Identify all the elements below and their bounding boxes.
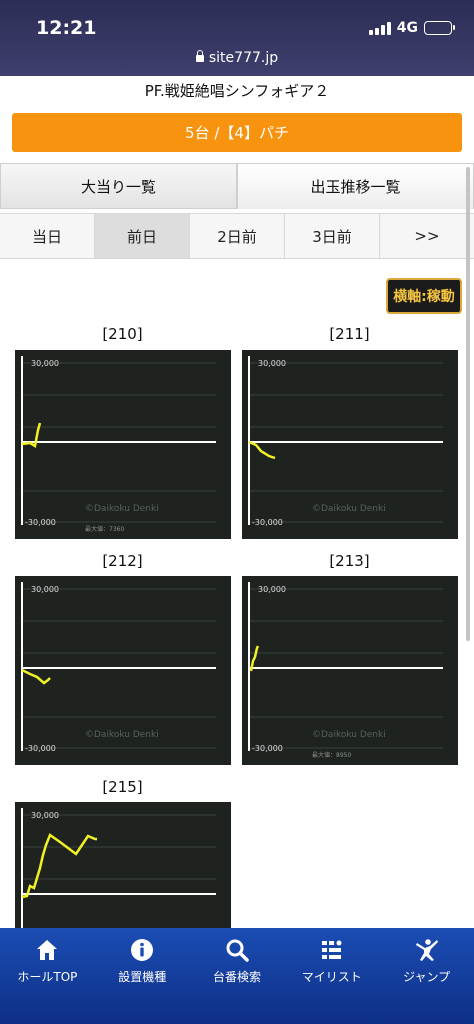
nav-label: 設置機種 [118,970,167,984]
watermark: ©Daikoku Denki [85,504,159,514]
machine-number-215[interactable]: [215] [15,778,230,796]
lock-icon [195,50,204,62]
nav-label: 台番検索 [212,970,261,984]
jump-icon [415,939,438,961]
y-max-label: 30,000 [31,359,59,368]
y-max-label: 30,000 [258,359,286,368]
battery-icon [424,21,455,35]
nav-label: マイリスト [301,970,362,984]
y-min-label: -30,000 [252,518,283,527]
machine-number-212[interactable]: [212] [15,552,230,570]
nav-machine-search[interactable]: 台番検索 [190,928,285,1024]
y-max-label: 30,000 [258,585,286,594]
payout-graph-213[interactable]: 30,000 -30,000 ©Daikoku Denki 最大値：8950 [242,576,458,765]
search-icon [226,939,249,962]
y-max-label: 30,000 [31,811,59,820]
nav-hall-top[interactable]: ホールTOP [0,928,95,1024]
day-tab-3-days-ago[interactable]: 3日前 [285,214,380,258]
series-line [248,440,276,460]
nav-my-list[interactable]: マイリスト [284,928,379,1024]
bottom-nav: ホールTOP 設置機種 台番検索 マイリスト ジャンプ [0,928,474,1024]
network-type: 4G [396,20,418,36]
nav-label: ジャンプ [403,970,451,984]
view-tabs: 大当り一覧 出玉推移一覧 [0,163,474,209]
url-bar[interactable]: site777.jp [0,50,474,66]
tab-payout-graph-list[interactable]: 出玉推移一覧 [237,163,474,209]
watermark: ©Daikoku Denki [85,730,159,740]
payout-graph-211[interactable]: 30,000 -30,000 ©Daikoku Denki [242,350,458,539]
day-tab-today[interactable]: 当日 [0,214,95,258]
machine-number-213[interactable]: [213] [242,552,457,570]
nav-jump[interactable]: ジャンプ [379,928,474,1024]
page-title: PF.戦姫絶唱シンフォギア２ [144,82,330,100]
graph-svg: 30,000 -30,000 ©Daikoku Denki [248,356,443,527]
machine-summary-bar: 5台 /【4】パチ [12,113,462,152]
payout-graph-210[interactable]: 30,000 -30,000 ©Daikoku Denki 最大値：7360 [15,350,231,539]
day-tab-more[interactable]: >> [380,214,474,258]
scrollbar[interactable] [466,167,470,641]
payout-graph-212[interactable]: 30,000 -30,000 ©Daikoku Denki [15,576,231,765]
day-tab-yesterday[interactable]: 前日 [95,214,190,258]
url-text: site777.jp [208,50,279,66]
home-icon [37,940,58,960]
nav-installed-machines[interactable]: 設置機種 [95,928,190,1024]
machine-number-211[interactable]: [211] [242,325,457,343]
watermark: ©Daikoku Denki [312,730,386,740]
list-icon [321,940,342,959]
nav-label: ホールTOP [17,970,78,984]
axis-toggle-button[interactable]: 横軸:稼動 [386,278,462,314]
info-icon [131,939,154,961]
series-line [21,833,97,899]
status-bar: 12:21 4G site777.jp [0,0,474,76]
day-tab-2-days-ago[interactable]: 2日前 [190,214,285,258]
tab-jackpot-list[interactable]: 大当り一覧 [0,163,237,209]
graph-svg: 30,000 -30,000 ©Daikoku Denki [21,582,216,753]
graph-svg: 30,000 -30,000 ©Daikoku Denki 最大値：7360 [21,356,216,533]
series-line [21,668,51,685]
max-value-note: 最大値：7360 [85,525,124,533]
graph-svg: 30,000 [21,808,216,928]
signal-icon [368,21,391,35]
payout-graph-215[interactable]: 30,000 [15,802,231,928]
machine-number-210[interactable]: [210] [15,325,230,343]
watermark: ©Daikoku Denki [312,504,386,514]
y-min-label: -30,000 [252,744,283,753]
max-value-note: 最大値：8950 [312,751,351,759]
y-min-label: -30,000 [25,744,56,753]
day-tabs: 当日 前日 2日前 3日前 >> [0,213,474,259]
y-min-label: -30,000 [25,518,56,527]
status-time: 12:21 [36,17,97,39]
graph-svg: 30,000 -30,000 ©Daikoku Denki 最大値：8950 [248,582,443,759]
y-max-label: 30,000 [31,585,59,594]
